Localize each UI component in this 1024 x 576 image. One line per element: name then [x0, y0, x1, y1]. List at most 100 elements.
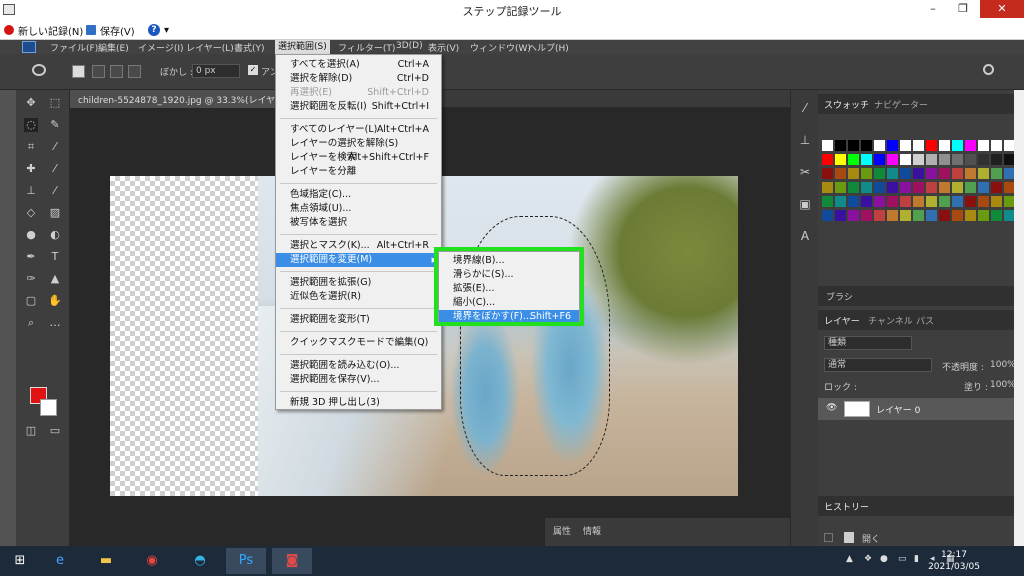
- help-button[interactable]: ? ▾: [148, 23, 169, 37]
- tab-properties[interactable]: 属性: [553, 524, 571, 537]
- color-swatch[interactable]: [848, 154, 859, 165]
- fill-value[interactable]: 100%: [990, 380, 1016, 390]
- dropbox-icon[interactable]: ❖: [864, 554, 872, 564]
- color-swatch[interactable]: [835, 210, 846, 221]
- color-swatch[interactable]: [978, 182, 989, 193]
- blur-icon[interactable]: ●: [24, 228, 38, 242]
- visibility-eye-icon[interactable]: 👁: [826, 403, 837, 413]
- blend-mode-select[interactable]: 通常: [824, 358, 932, 372]
- folder-icon[interactable]: ▬: [86, 548, 126, 574]
- layer-kind-filter[interactable]: 種類: [824, 336, 912, 350]
- menu-image[interactable]: イメージ(I): [138, 41, 184, 54]
- select-menu-item[interactable]: すべてのレイヤー(L) Alt+Ctrl+A: [276, 123, 441, 137]
- select-menu-item[interactable]: 被写体を選択: [276, 216, 441, 230]
- tab-channels[interactable]: チャンネル: [868, 314, 913, 327]
- tab-history[interactable]: ヒストリー: [824, 500, 869, 513]
- more-tools-icon[interactable]: …: [48, 316, 62, 330]
- color-swatch[interactable]: [861, 168, 872, 179]
- color-swatch[interactable]: [952, 182, 963, 193]
- color-swatch[interactable]: [926, 182, 937, 193]
- color-swatch[interactable]: [861, 140, 872, 151]
- color-swatch[interactable]: [965, 154, 976, 165]
- select-menu-item[interactable]: クイックマスクモードで編集(Q): [276, 336, 441, 350]
- color-swatch[interactable]: [887, 210, 898, 221]
- color-swatch[interactable]: [965, 210, 976, 221]
- character-icon[interactable]: A: [797, 228, 813, 244]
- eyedropper-icon[interactable]: ⁄: [48, 140, 62, 154]
- save-button[interactable]: 保存(V): [86, 23, 135, 38]
- color-swatch[interactable]: [913, 182, 924, 193]
- eraser-icon[interactable]: ◇: [24, 206, 38, 220]
- select-menu-item[interactable]: 選択範囲を読み込む(O)...: [276, 359, 441, 373]
- edge-icon[interactable]: ◓: [180, 548, 220, 574]
- feather-input[interactable]: 0 px: [192, 64, 240, 78]
- ie-icon[interactable]: e: [40, 548, 80, 574]
- color-swatch[interactable]: [913, 210, 924, 221]
- color-swatch[interactable]: [913, 196, 924, 207]
- color-swatch[interactable]: [939, 168, 950, 179]
- add-selection-button[interactable]: [92, 65, 105, 78]
- minimize-button[interactable]: –: [918, 0, 948, 18]
- color-swatch[interactable]: [900, 154, 911, 165]
- select-menu-item[interactable]: 新規 3D 押し出し(3): [276, 396, 441, 410]
- color-swatch[interactable]: [848, 140, 859, 151]
- tray-up-arrow-icon[interactable]: ▲: [846, 554, 853, 564]
- select-menu-item[interactable]: 色域指定(C)...: [276, 188, 441, 202]
- color-swatch[interactable]: [978, 154, 989, 165]
- color-swatch[interactable]: [822, 182, 833, 193]
- color-swatch[interactable]: [978, 210, 989, 221]
- menu-filter[interactable]: フィルター(T): [338, 41, 395, 54]
- brush-settings-icon[interactable]: ⁄: [797, 100, 813, 116]
- color-swatch[interactable]: [874, 210, 885, 221]
- menu-3d[interactable]: 3D(D): [396, 41, 423, 51]
- color-swatch[interactable]: [874, 140, 885, 151]
- maximize-button[interactable]: ❐: [948, 0, 978, 18]
- path-select-icon[interactable]: ▲: [48, 272, 62, 286]
- color-swatch[interactable]: [978, 168, 989, 179]
- color-swatch[interactable]: [835, 168, 846, 179]
- color-swatch[interactable]: [835, 182, 846, 193]
- close-button[interactable]: ✕: [980, 0, 1024, 18]
- color-swatch[interactable]: [991, 182, 1002, 193]
- color-swatch[interactable]: [874, 196, 885, 207]
- color-swatch[interactable]: [965, 182, 976, 193]
- paragraph-icon[interactable]: ▣: [797, 196, 813, 212]
- color-swatch[interactable]: [887, 196, 898, 207]
- tab-navigator[interactable]: ナビゲーター: [874, 98, 928, 111]
- color-swatch[interactable]: [991, 168, 1002, 179]
- color-swatch[interactable]: [861, 196, 872, 207]
- color-swatch[interactable]: [861, 210, 872, 221]
- new-record-button[interactable]: 新しい記録(N): [4, 23, 83, 38]
- color-swatch[interactable]: [926, 140, 937, 151]
- photoshop-icon[interactable]: Ps: [226, 548, 266, 574]
- quick-select-icon[interactable]: ✎: [48, 118, 62, 132]
- color-swatch[interactable]: [822, 168, 833, 179]
- color-swatch[interactable]: [822, 154, 833, 165]
- stamp-icon[interactable]: ⊥: [24, 184, 38, 198]
- color-swatch[interactable]: [913, 168, 924, 179]
- color-swatch[interactable]: [848, 210, 859, 221]
- tab-layers[interactable]: レイヤー: [824, 314, 860, 327]
- opacity-value[interactable]: 100%: [990, 360, 1016, 370]
- menu-type[interactable]: 書式(Y): [234, 41, 265, 54]
- select-menu-item[interactable]: レイヤーの選択を解除(S): [276, 137, 441, 151]
- color-swatch[interactable]: [835, 140, 846, 151]
- steps-recorder-icon[interactable]: ◙: [272, 548, 312, 574]
- color-swatch[interactable]: [887, 168, 898, 179]
- color-swatch[interactable]: [874, 168, 885, 179]
- color-swatch[interactable]: [952, 154, 963, 165]
- gradient-icon[interactable]: ▨: [48, 206, 62, 220]
- select-menu-item[interactable]: 近似色を選択(R): [276, 290, 441, 304]
- clock[interactable]: 12:17 2021/03/05: [924, 549, 984, 573]
- color-swatch[interactable]: [887, 154, 898, 165]
- select-menu-item[interactable]: レイヤーを検索 Alt+Shift+Ctrl+F: [276, 151, 441, 165]
- color-swatch[interactable]: [822, 210, 833, 221]
- color-swatch[interactable]: [939, 140, 950, 151]
- select-menu-item[interactable]: 選択範囲を拡張(G): [276, 276, 441, 290]
- chrome-icon[interactable]: ◉: [132, 548, 172, 574]
- color-swatch[interactable]: [900, 182, 911, 193]
- color-swatch[interactable]: [822, 140, 833, 151]
- color-swatch[interactable]: [965, 168, 976, 179]
- color-swatch[interactable]: [965, 140, 976, 151]
- color-swatch[interactable]: [926, 168, 937, 179]
